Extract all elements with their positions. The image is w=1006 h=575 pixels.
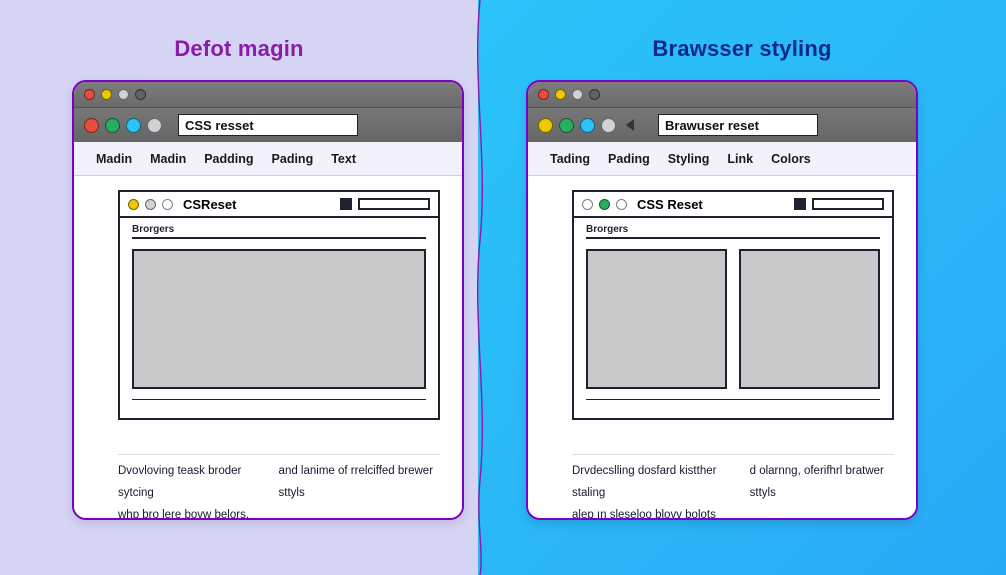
inner-divider [132, 237, 426, 239]
square-icon [794, 198, 806, 210]
inner-divider [586, 237, 880, 239]
left-headline: Defot magin [0, 36, 478, 62]
content-pane-group [132, 249, 426, 389]
inner-window: CSS Reset Brorgers [572, 190, 894, 420]
tab-text[interactable]: Text [331, 152, 356, 166]
caption-l1a: Drvdecslling dosfard kistther staling [572, 461, 732, 505]
viewport: CSS Reset Brorgers [528, 176, 916, 518]
toolbar: Brawuser reset [528, 108, 916, 142]
inner-subheading: Brorgers [132, 224, 426, 235]
toolbar-dot-2 [105, 118, 120, 133]
tab-colors[interactable]: Colors [771, 152, 811, 166]
inner-input[interactable] [358, 198, 430, 210]
tab-madin-1[interactable]: Madin [96, 152, 132, 166]
extra-dot-icon [135, 89, 146, 100]
tab-pading[interactable]: Pading [608, 152, 650, 166]
tab-link[interactable]: Link [727, 152, 753, 166]
inner-body: Brorgers [574, 218, 892, 420]
viewport: CSReset Brorgers [74, 176, 462, 518]
titlebar [528, 82, 916, 108]
tab-styling[interactable]: Styling [668, 152, 710, 166]
caption-l1b: and lanime of rrelciffed brewer sttyls [279, 461, 440, 505]
caption-l2: alep ın sleseloo blovv bolots [572, 505, 894, 520]
caption-block: Dvovloving teask broder sytcing and lani… [118, 450, 440, 520]
minimize-icon[interactable] [555, 89, 566, 100]
tab-padding[interactable]: Padding [204, 152, 253, 166]
right-panel: Brawsser styling Brawuser reset Tading [478, 0, 1006, 575]
address-bar[interactable]: Brawuser reset [658, 114, 818, 136]
inner-dot-3 [162, 199, 173, 210]
inner-titlebar: CSReset [120, 192, 438, 218]
comparison-stage: Defot magin CSS resset Madin Madin [0, 0, 1006, 575]
fullscreen-icon[interactable] [118, 89, 129, 100]
address-text: CSS resset [185, 118, 254, 133]
inner-subheading: Brorgers [586, 224, 880, 235]
address-text: Brawuser reset [665, 118, 759, 133]
caption-l2: whp bro lere bovw belors. [118, 505, 440, 520]
close-icon[interactable] [538, 89, 549, 100]
left-browser-window: CSS resset Madin Madin Padding Pading Te… [72, 80, 464, 520]
tab-pading[interactable]: Pading [272, 152, 314, 166]
content-pane [132, 249, 426, 389]
tab-strip: Madin Madin Padding Pading Text [74, 142, 462, 176]
inner-title-text: CSReset [183, 197, 236, 212]
inner-input[interactable] [812, 198, 884, 210]
left-panel: Defot magin CSS resset Madin Madin [0, 0, 478, 575]
toolbar-dot-4 [147, 118, 162, 133]
inner-window: CSReset Brorgers [118, 190, 440, 420]
inner-divider-2 [132, 399, 426, 401]
back-icon[interactable] [626, 119, 634, 131]
caption-l1b: d olarnng, oferifhrl bratwer sttyls [750, 461, 894, 505]
inner-dot-2 [145, 199, 156, 210]
toolbar-dot-2 [559, 118, 574, 133]
toolbar-dot-3 [126, 118, 141, 133]
close-icon[interactable] [84, 89, 95, 100]
inner-body: Brorgers [120, 218, 438, 420]
divider-wave-icon [470, 0, 490, 575]
square-icon [340, 198, 352, 210]
toolbar-dot-4 [601, 118, 616, 133]
inner-dot-3 [616, 199, 627, 210]
toolbar: CSS resset [74, 108, 462, 142]
content-pane-right [739, 249, 880, 389]
address-bar[interactable]: CSS resset [178, 114, 358, 136]
right-browser-window: Brawuser reset Tading Pading Styling Lin… [526, 80, 918, 520]
content-pane-left [586, 249, 727, 389]
toolbar-dot-1 [538, 118, 553, 133]
inner-titlebar: CSS Reset [574, 192, 892, 218]
inner-title-text: CSS Reset [637, 197, 703, 212]
caption-block: Drvdecslling dosfard kistther staling d … [572, 450, 894, 520]
right-headline: Brawsser styling [478, 36, 1006, 62]
tab-tading[interactable]: Tading [550, 152, 590, 166]
titlebar [74, 82, 462, 108]
inner-dot-1 [128, 199, 139, 210]
extra-dot-icon [589, 89, 600, 100]
fullscreen-icon[interactable] [572, 89, 583, 100]
tab-madin-2[interactable]: Madin [150, 152, 186, 166]
minimize-icon[interactable] [101, 89, 112, 100]
inner-dot-2 [599, 199, 610, 210]
inner-dot-1 [582, 199, 593, 210]
caption-l1a: Dvovloving teask broder sytcing [118, 461, 261, 505]
toolbar-dot-3 [580, 118, 595, 133]
tab-strip: Tading Pading Styling Link Colors [528, 142, 916, 176]
content-pane-group [586, 249, 880, 389]
inner-divider-2 [586, 399, 880, 401]
toolbar-dot-1 [84, 118, 99, 133]
